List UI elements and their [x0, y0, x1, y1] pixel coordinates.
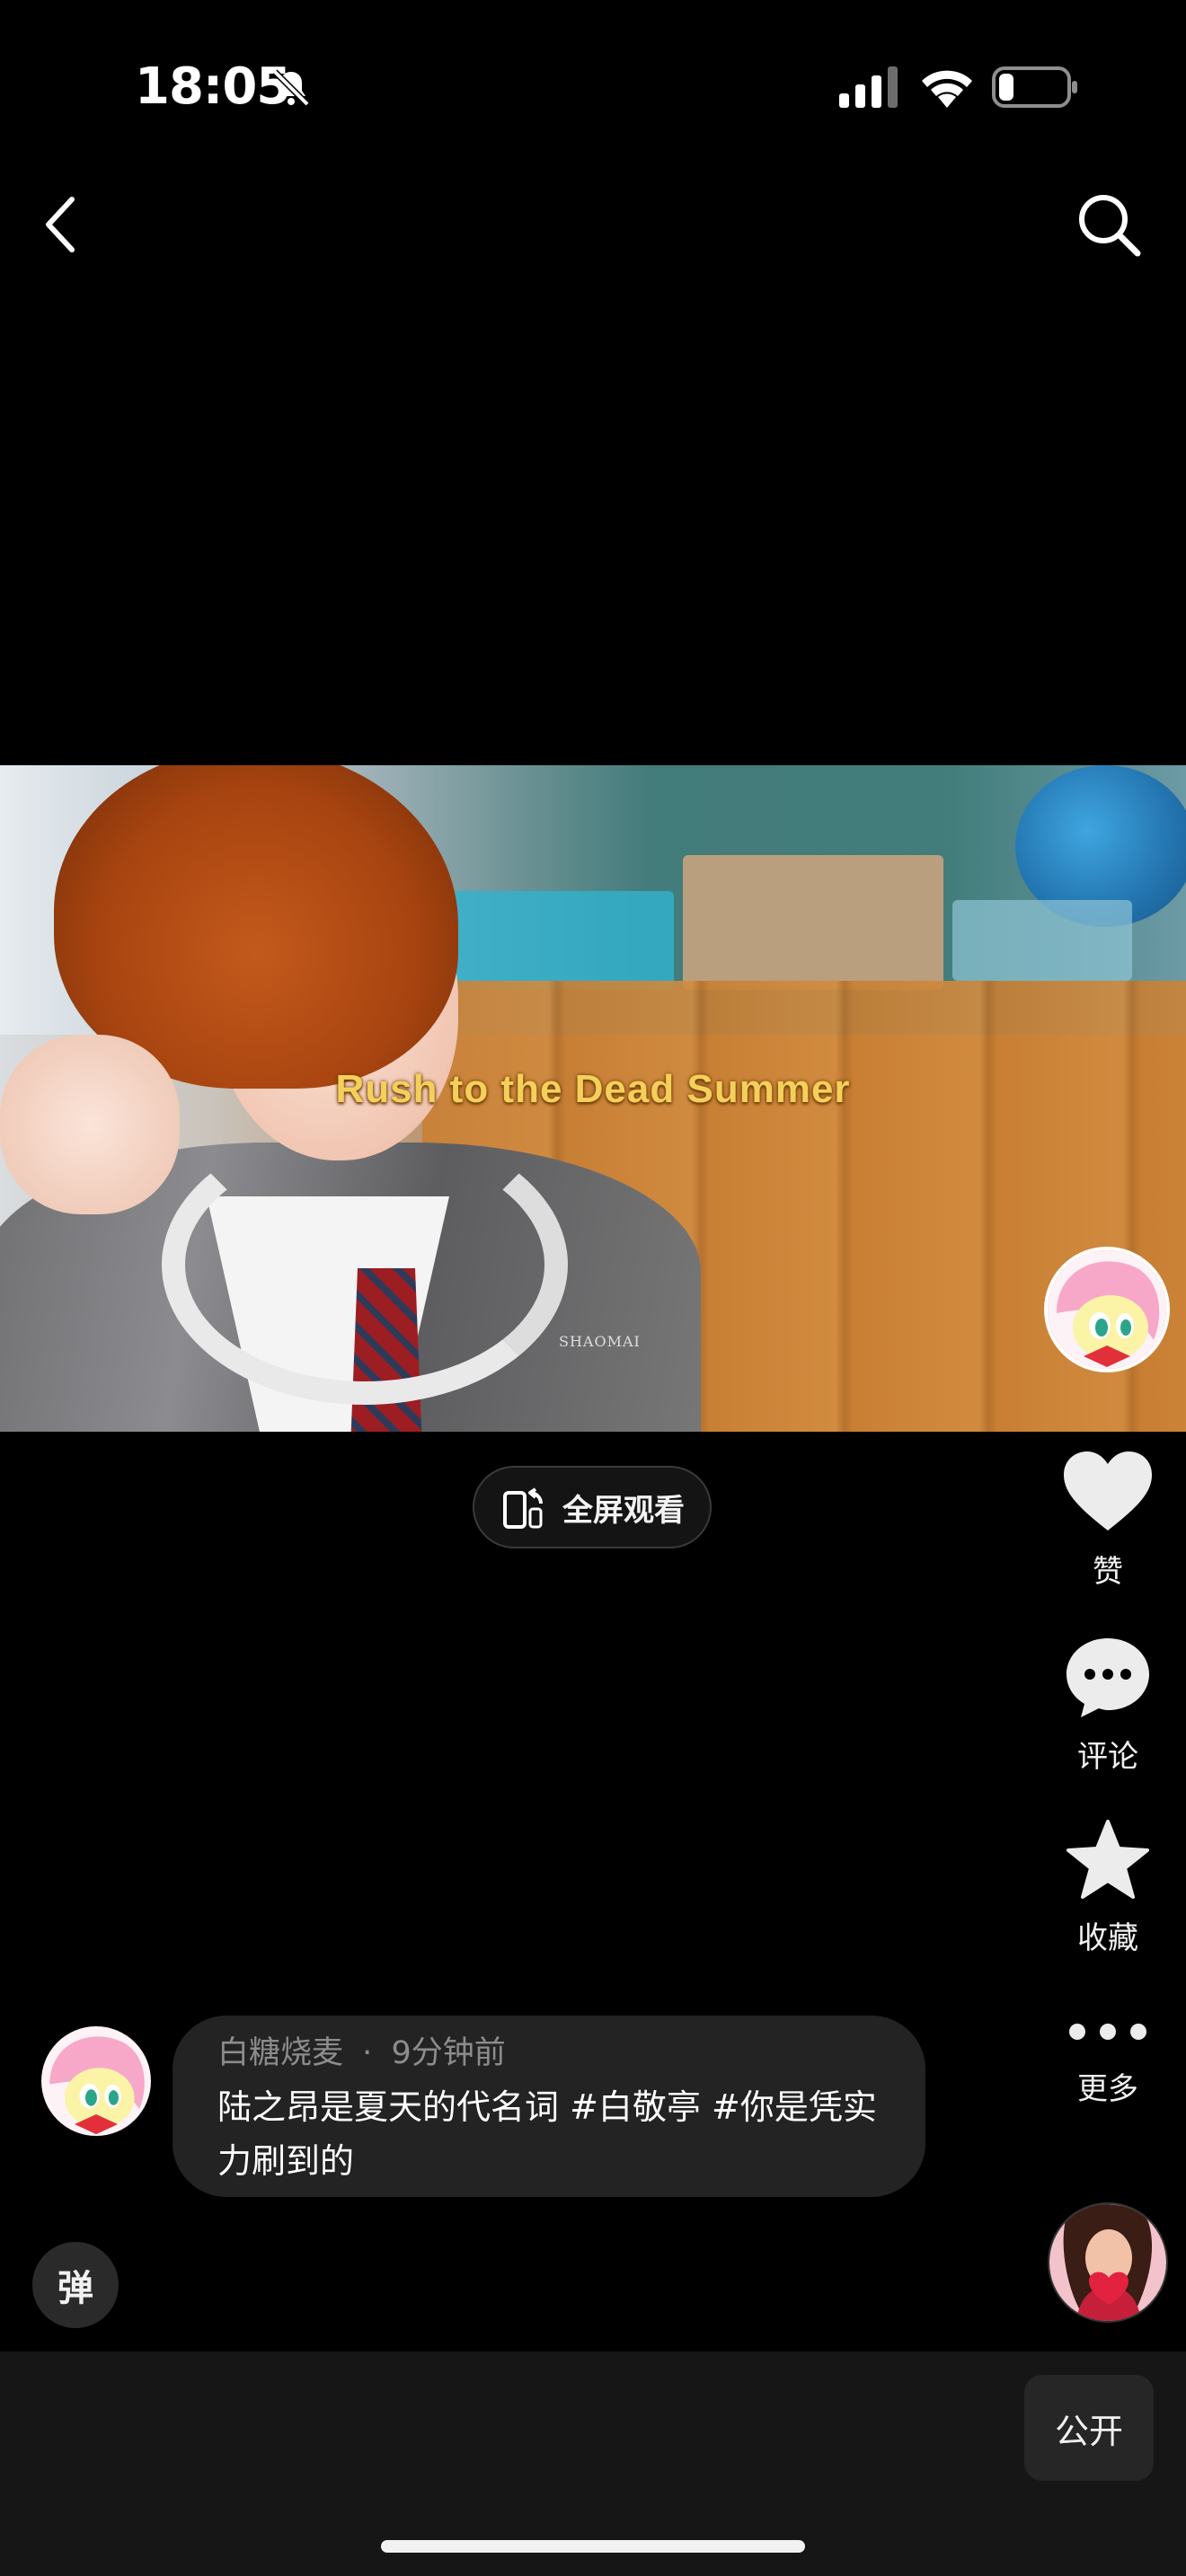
like-label: 赞 — [1093, 1554, 1123, 1590]
heart-icon — [1064, 1451, 1152, 1531]
home-indicator[interactable] — [381, 2540, 805, 2553]
comment-bubble[interactable]: 白糖烧麦 · 9分钟前 陆之昂是夏天的代名词 #白敬亭 #你是凭实力刷到的 — [173, 2016, 925, 2197]
star-icon — [1067, 1820, 1149, 1899]
album-cover-icon — [1049, 2204, 1166, 2321]
creator-avatar[interactable] — [1044, 1247, 1170, 1372]
chevron-left-icon[interactable] — [36, 189, 90, 260]
danmaku-label: 弹 — [58, 2268, 93, 2309]
fullscreen-label: 全屏观看 — [562, 1492, 685, 1529]
public-label: 公开 — [1054, 2411, 1123, 2451]
pony-avatar-icon — [41, 2026, 151, 2136]
wifi-icon — [922, 70, 972, 108]
pony-avatar-icon — [1048, 1250, 1166, 1369]
search-icon[interactable] — [1075, 190, 1143, 259]
more-label: 更多 — [1077, 2071, 1138, 2107]
video-player[interactable]: Rush to the Dead Summer SHAOMAI — [0, 765, 1186, 1432]
battery-icon — [992, 66, 1077, 108]
like-button[interactable]: 赞 — [1040, 1448, 1175, 1591]
public-button[interactable]: 公开 — [1024, 2375, 1154, 2481]
video-watermark: SHAOMAI — [559, 1333, 641, 1350]
favorite-label: 收藏 — [1077, 1920, 1138, 1956]
comment-time: 9分钟前 — [391, 2035, 506, 2071]
comment-label: 评论 — [1077, 1739, 1138, 1775]
commenter-avatar[interactable] — [41, 2026, 151, 2136]
comment-meta: 白糖烧麦 · 9分钟前 — [217, 2032, 886, 2075]
video-caption: Rush to the Dead Summer — [335, 1067, 851, 1111]
sound-avatar[interactable] — [1048, 2202, 1168, 2323]
danmaku-toggle[interactable]: 弹 — [32, 2242, 119, 2328]
fullscreen-button[interactable]: 全屏观看 — [473, 1466, 712, 1548]
rotate-phone-icon — [503, 1487, 543, 1529]
comment-separator: · — [362, 2035, 373, 2071]
comment-text: 陆之昂是夏天的代名词 #白敬亭 #你是凭实力刷到的 — [217, 2087, 877, 2181]
comment-button[interactable]: 评论 — [1040, 1633, 1175, 1776]
bell-slash-icon — [272, 69, 310, 107]
comment-author[interactable]: 白糖烧麦 — [217, 2035, 343, 2071]
signal-icon — [839, 66, 898, 108]
more-button[interactable]: 更多 — [1040, 2012, 1175, 2108]
favorite-button[interactable]: 收藏 — [1040, 1818, 1175, 1957]
more-dots-icon — [1069, 2024, 1146, 2040]
status-time: 18:05 — [135, 57, 291, 116]
comment-bubble-icon — [1067, 1638, 1149, 1717]
